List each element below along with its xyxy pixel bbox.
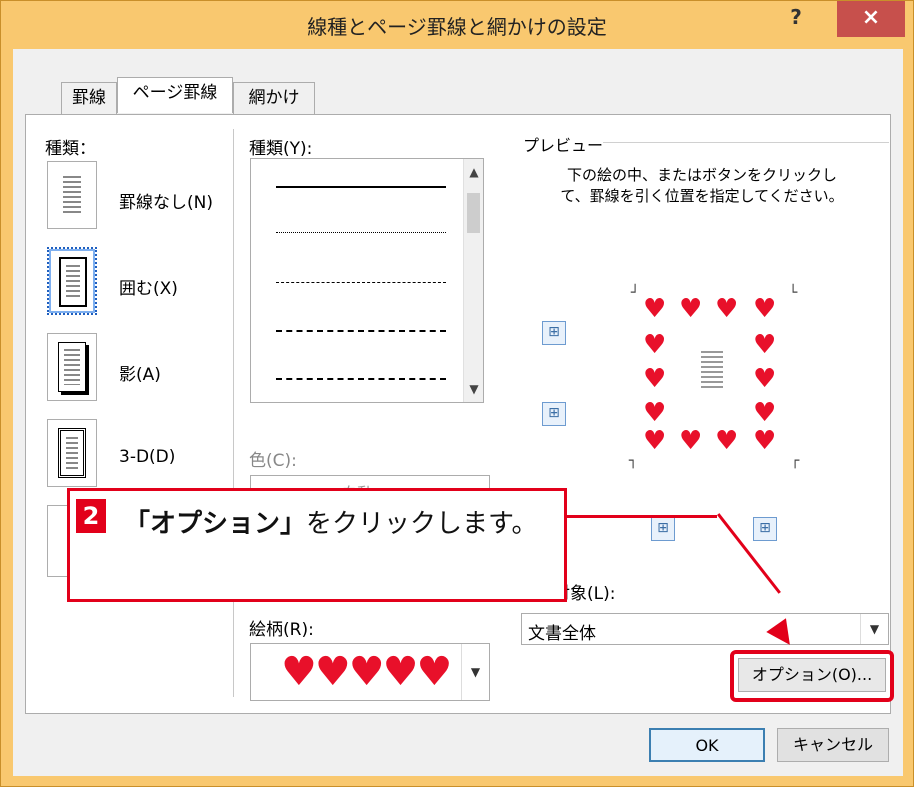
art-dropdown-arrow-icon[interactable]: ▼ <box>461 644 489 700</box>
preview-corner-tl: ┘ <box>631 285 640 301</box>
heart-icon: ♥ <box>643 426 667 456</box>
setting-label: 種類： <box>45 139 96 159</box>
heart-icon: ♥ <box>679 294 703 324</box>
art-dropdown[interactable]: ♥♥♥♥♥ ▼ <box>250 643 490 701</box>
art-hearts: ♥♥♥♥♥ <box>281 649 452 695</box>
setting-shadow-label[interactable]: 影(A) <box>119 360 161 385</box>
heart-icon: ♥ <box>679 426 703 456</box>
tab-shading[interactable]: 網かけ <box>233 82 315 114</box>
line-style-scrollbar[interactable]: ▲ ▼ <box>463 159 483 402</box>
heart-icon: ♥ <box>753 426 777 456</box>
heart-icon: ♥ <box>753 398 777 428</box>
preview-label: プレビュー <box>523 136 604 155</box>
art-label: 絵柄(R): <box>249 620 314 640</box>
callout-text: 「オプション」をクリックします。 <box>124 499 564 549</box>
callout-target: オプション <box>150 509 281 539</box>
preview-corner-br: ┌ <box>791 453 800 469</box>
preview-text-lines <box>701 351 723 389</box>
setting-3d-label[interactable]: 3-D(D) <box>119 447 175 467</box>
heart-icon: ♥ <box>715 294 739 324</box>
callout-connector <box>567 515 717 518</box>
heart-icon: ♥ <box>753 330 777 360</box>
color-label: 色(C): <box>249 451 297 471</box>
style-label: 種類(Y): <box>249 139 313 159</box>
ok-button[interactable]: OK <box>649 728 765 762</box>
dialog-window: 線種とページ罫線と網かけの設定 ? × 罫線 ページ罫線 網かけ 種類： 罫線な… <box>0 0 914 787</box>
callout-quote-open: 「 <box>124 509 151 539</box>
setting-none-icon[interactable] <box>47 161 97 229</box>
right-border-button[interactable]: ⊞ <box>753 517 777 541</box>
help-button[interactable]: ? <box>771 1 821 37</box>
setting-shadow-icon[interactable] <box>47 333 97 401</box>
heart-icon: ♥ <box>715 426 739 456</box>
bottom-border-button[interactable]: ⊞ <box>542 402 566 426</box>
apply-to-dropdown[interactable]: 文書全体 ▼ <box>521 613 889 645</box>
heart-icon: ♥ <box>643 330 667 360</box>
close-button[interactable]: × <box>837 1 905 37</box>
instruction-callout: 2 「オプション」をクリックします。 <box>67 488 567 602</box>
preview-instruction: 下の絵の中、またはボタンをクリックして、罫線を引く位置を指定してください。 <box>560 166 844 205</box>
tab-page-border[interactable]: ページ罫線 <box>117 77 233 113</box>
line-style-list[interactable]: ▲ ▼ <box>250 158 484 403</box>
heart-icon: ♥ <box>753 294 777 324</box>
heart-icon: ♥ <box>643 398 667 428</box>
preview-divider <box>603 142 889 143</box>
line-style-dash-dot[interactable] <box>276 378 446 380</box>
apply-to-arrow-icon[interactable]: ▼ <box>860 614 888 644</box>
heart-icon: ♥ <box>643 294 667 324</box>
top-border-button[interactable]: ⊞ <box>542 321 566 345</box>
setting-none-label[interactable]: 罫線なし(N) <box>119 188 213 213</box>
step-number: 2 <box>76 499 106 533</box>
heart-icon: ♥ <box>753 364 777 394</box>
line-style-solid[interactable] <box>276 186 446 188</box>
left-border-button[interactable]: ⊞ <box>651 517 675 541</box>
preview-page[interactable]: ♥ ♥ ♥ ♥ ♥ ♥ ♥ ♥ ♥ ♥ ♥ ♥ ♥ ♥ <box>641 294 786 456</box>
preview-corner-bl: ┐ <box>629 453 638 469</box>
scroll-thumb[interactable] <box>467 193 480 233</box>
preview-corner-tr: └ <box>789 285 798 301</box>
tab-borders[interactable]: 罫線 <box>61 82 117 114</box>
setting-3d-icon[interactable] <box>47 419 97 487</box>
scroll-down-icon[interactable]: ▼ <box>464 382 484 396</box>
setting-box-icon[interactable] <box>47 247 97 315</box>
apply-to-value: 文書全体 <box>528 624 596 644</box>
title-bar: 線種とページ罫線と網かけの設定 ? × <box>1 1 913 49</box>
setting-box-label[interactable]: 囲む(X) <box>119 274 178 299</box>
line-style-short-dash[interactable] <box>276 282 446 283</box>
callout-quote-close: 」 <box>280 509 307 539</box>
column-divider <box>233 129 234 697</box>
heart-icon: ♥ <box>643 364 667 394</box>
options-highlight <box>730 650 894 702</box>
callout-body: をクリックします。 <box>306 509 538 539</box>
line-style-dotted[interactable] <box>276 232 446 233</box>
scroll-up-icon[interactable]: ▲ <box>464 165 484 179</box>
line-style-dash[interactable] <box>276 330 446 332</box>
cancel-button[interactable]: キャンセル <box>777 728 889 762</box>
